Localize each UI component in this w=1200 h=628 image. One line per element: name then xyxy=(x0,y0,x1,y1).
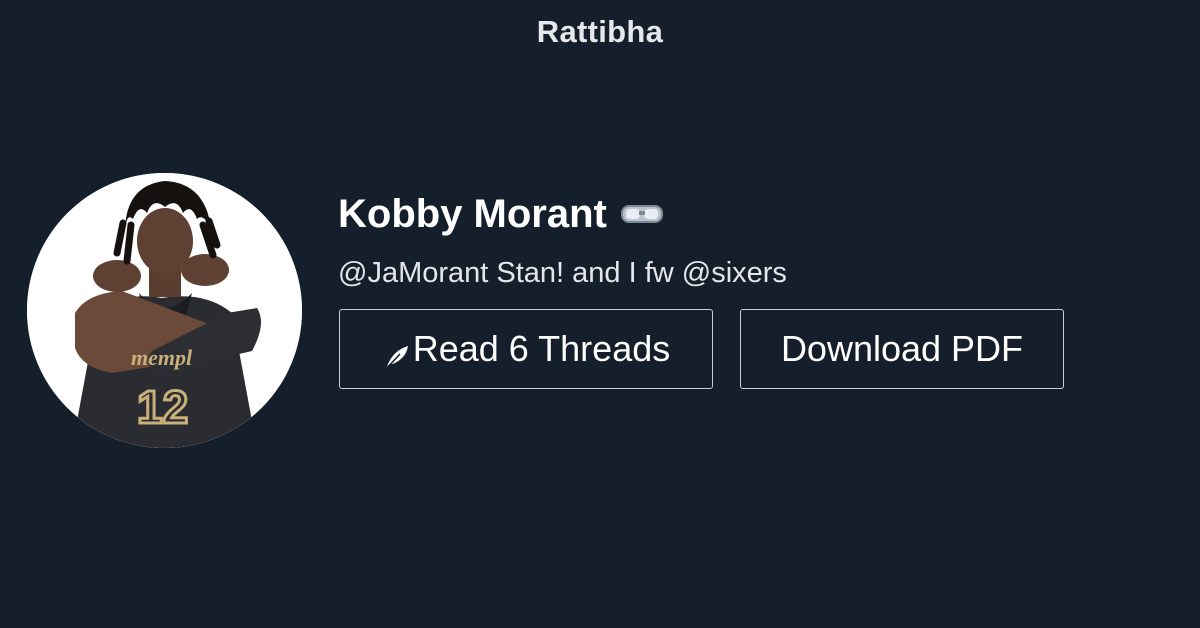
avatar: mempl 12 xyxy=(27,173,302,448)
profile-name: Kobby Morant xyxy=(338,191,607,236)
download-pdf-button[interactable]: Download PDF xyxy=(740,309,1064,389)
read-threads-button[interactable]: Read 6 Threads xyxy=(339,309,713,389)
avatar-jersey-number: 12 xyxy=(137,381,188,433)
goggles-icon xyxy=(620,202,663,226)
avatar-photo: mempl 12 xyxy=(27,173,302,448)
read-threads-label: Read 6 Threads xyxy=(412,328,671,369)
profile-bio: @JaMorant Stan! and I fw @sixers xyxy=(338,257,787,289)
site-brand[interactable]: Rattibha xyxy=(0,14,1200,50)
avatar-jersey-text: mempl xyxy=(131,345,193,370)
share-card: Rattibha mempl 12 Kobby Morant @JaMorant… xyxy=(0,0,1200,628)
profile-name-row: Kobby Morant xyxy=(338,190,663,238)
feather-icon xyxy=(382,338,410,370)
download-pdf-label: Download PDF xyxy=(780,328,1024,369)
